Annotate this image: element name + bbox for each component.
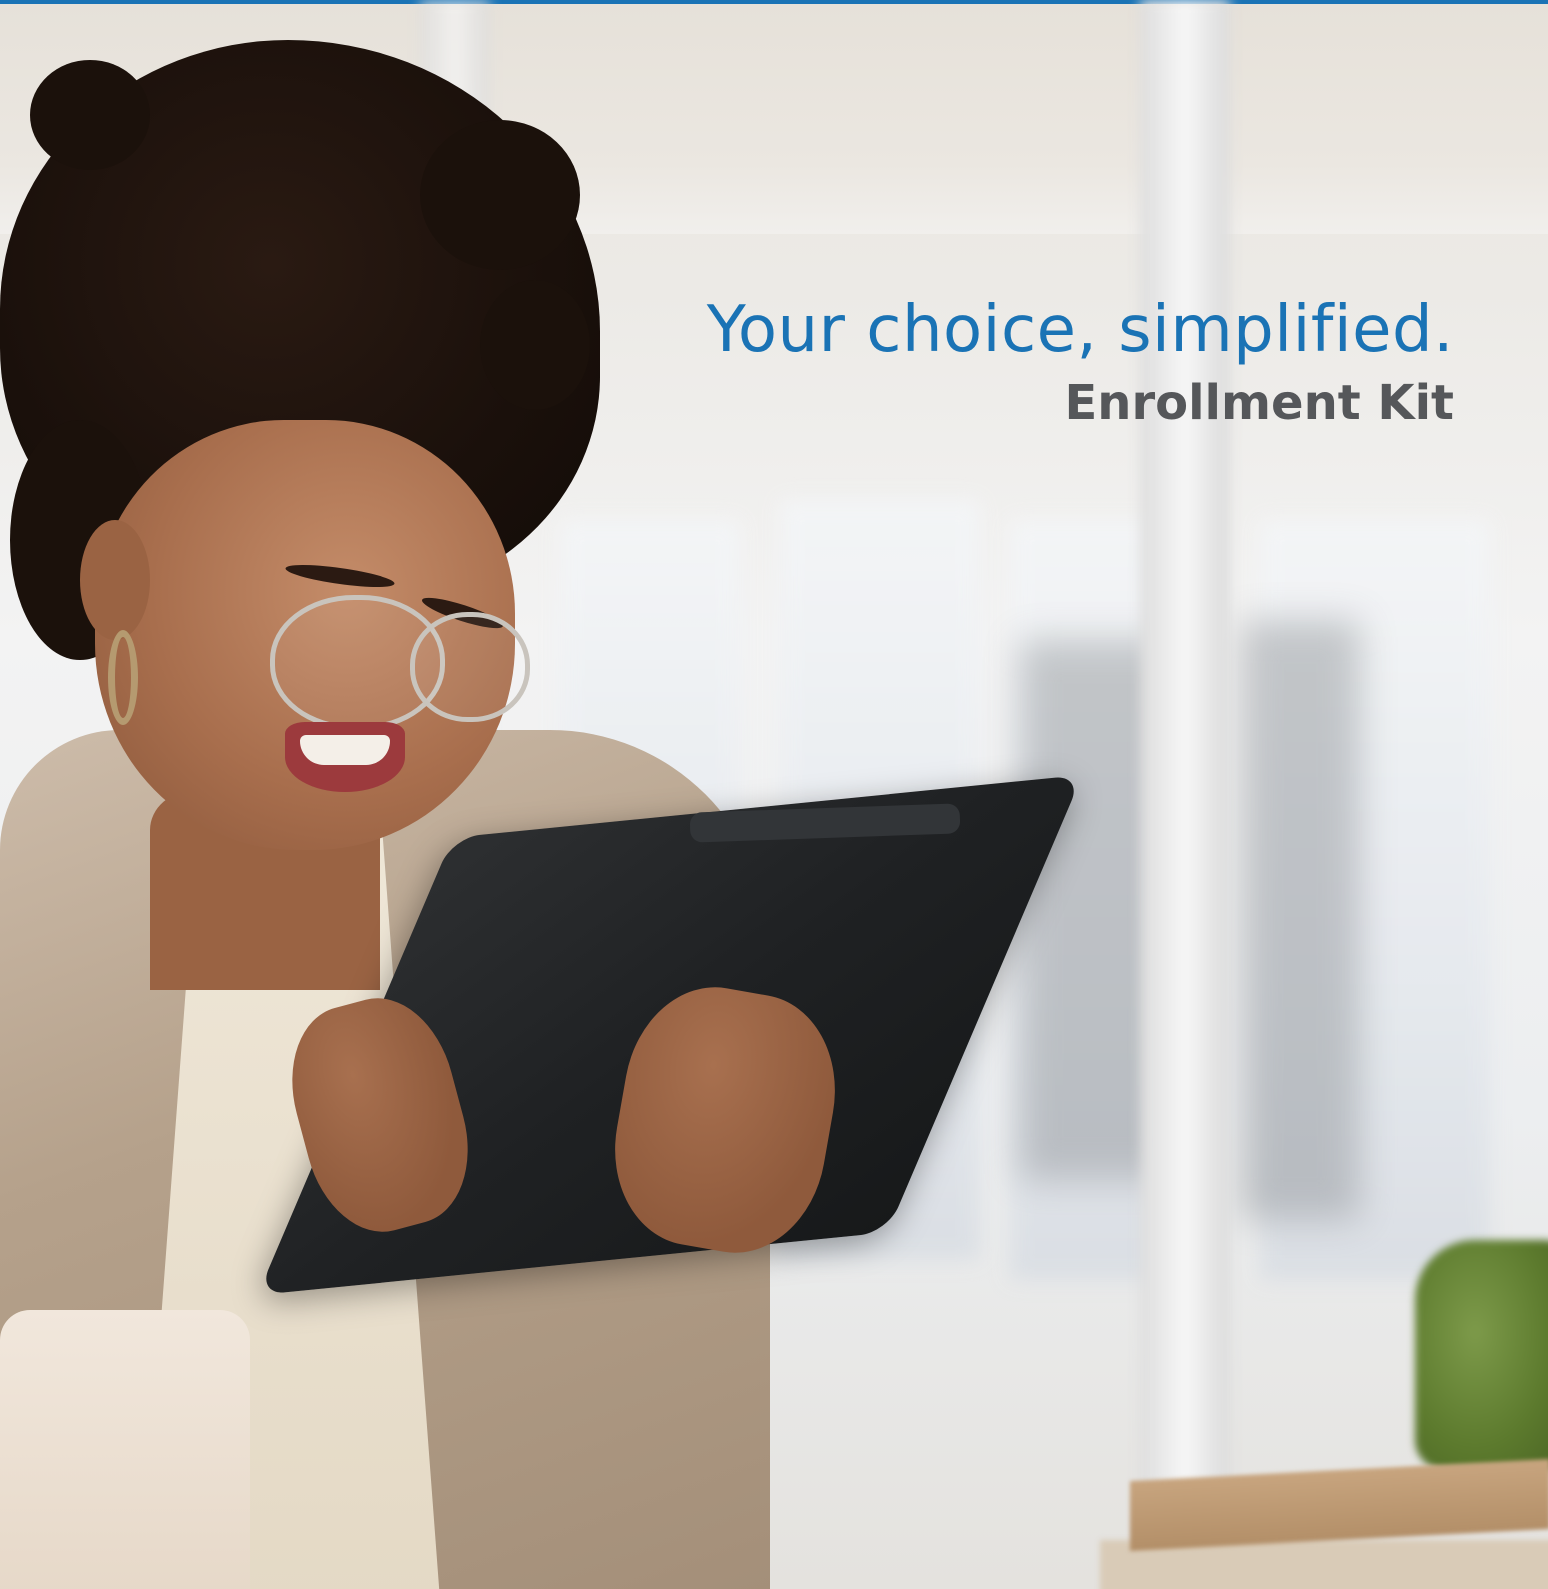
subheadline: Enrollment Kit xyxy=(1064,375,1454,431)
headline: Your choice, simplified. xyxy=(706,293,1454,367)
hair-curl xyxy=(30,60,150,170)
ear xyxy=(80,520,150,640)
smile xyxy=(300,735,390,765)
woman-with-tablet xyxy=(0,0,1083,1589)
green-chair xyxy=(1415,1240,1548,1470)
sleeve xyxy=(0,1310,250,1589)
hoop-earring xyxy=(108,630,138,725)
title-block: Your choice, simplified. Enrollment Kit xyxy=(707,288,1454,434)
background-shadow xyxy=(1240,620,1360,1220)
hair-curl xyxy=(420,120,580,270)
hair-curl xyxy=(480,280,590,410)
enrollment-kit-cover: Your choice, simplified. Enrollment Kit xyxy=(0,0,1548,1589)
glasses-lens-right xyxy=(410,612,530,722)
pillar xyxy=(1140,0,1230,1589)
